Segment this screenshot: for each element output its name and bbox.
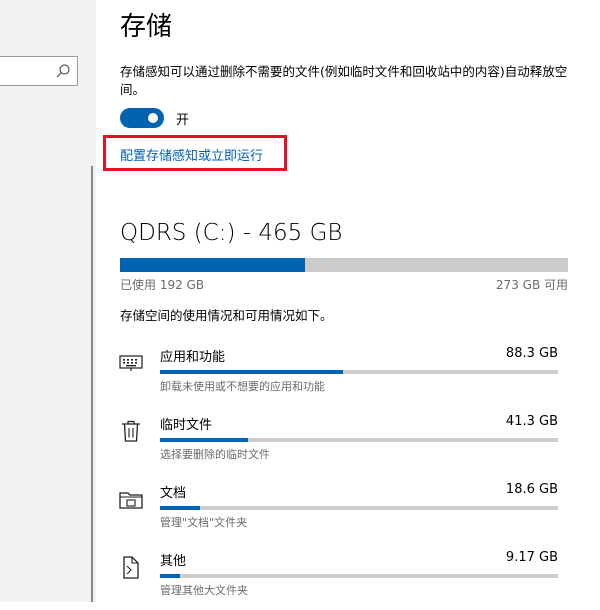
category-description: 卸载未使用或不想要的应用和功能 [160, 380, 325, 393]
drive-used-label: 已使用 192 GB [120, 278, 205, 292]
category-apps-features[interactable]: 应用和功能 88.3 GB 卸载未使用或不想要的应用和功能 [96, 346, 600, 406]
storage-sense-toggle[interactable] [120, 108, 164, 128]
category-bar [160, 438, 558, 442]
drive-usage-bar [120, 258, 568, 272]
trash-icon [122, 420, 140, 442]
category-documents[interactable]: 文档 18.6 GB 管理"文档"文件夹 [96, 482, 600, 542]
category-description: 管理"文档"文件夹 [160, 516, 248, 529]
category-size: 18.6 GB [505, 482, 558, 497]
drive-free-label: 273 GB 可用 [495, 278, 568, 292]
category-temp-files[interactable]: 临时文件 41.3 GB 选择要删除的临时文件 [96, 414, 600, 474]
settings-sidebar [0, 0, 96, 602]
category-name: 文档 [160, 486, 187, 501]
sidebar-scrollbar[interactable] [91, 166, 93, 602]
category-bar [160, 574, 558, 578]
category-bar [160, 506, 558, 510]
category-name: 临时文件 [160, 418, 213, 433]
folder-icon [119, 492, 143, 509]
search-input[interactable] [0, 56, 78, 86]
drive-title: QDRS (C:) - 465 GB [120, 220, 343, 246]
page-title: 存储 [120, 12, 173, 42]
usage-caption: 存储空间的使用情况和可用情况如下。 [120, 308, 333, 323]
category-size: 41.3 GB [505, 414, 558, 429]
toggle-state-label: 开 [176, 113, 190, 128]
storage-page: 存储 存储感知可以通过删除不需要的文件(例如临时文件和回收站中的内容)自动释放空… [96, 0, 600, 602]
configure-storage-sense-link[interactable]: 配置存储感知或立即运行 [120, 145, 263, 164]
category-bar-fill [160, 506, 200, 510]
category-bar-fill [160, 370, 344, 374]
category-name: 其他 [160, 554, 187, 569]
category-bar [160, 370, 558, 374]
category-size: 88.3 GB [505, 346, 558, 361]
category-bar-fill [160, 438, 248, 442]
storage-sense-description: 存储感知可以通过删除不需要的文件(例如临时文件和回收站中的内容)自动释放空间。 [120, 64, 568, 97]
category-description: 选择要删除的临时文件 [160, 448, 270, 461]
category-name: 应用和功能 [160, 350, 226, 365]
category-description: 管理其他大文件夹 [160, 584, 248, 597]
document-icon [123, 556, 139, 579]
category-bar-fill [160, 574, 180, 578]
category-other[interactable]: 其他 9.17 GB 管理其他大文件夹 [96, 550, 600, 610]
category-size: 9.17 GB [505, 550, 558, 565]
toggle-knob [148, 113, 158, 123]
drive-usage-fill [120, 258, 306, 272]
search-icon[interactable] [55, 63, 71, 79]
keyboard-icon [119, 355, 143, 371]
